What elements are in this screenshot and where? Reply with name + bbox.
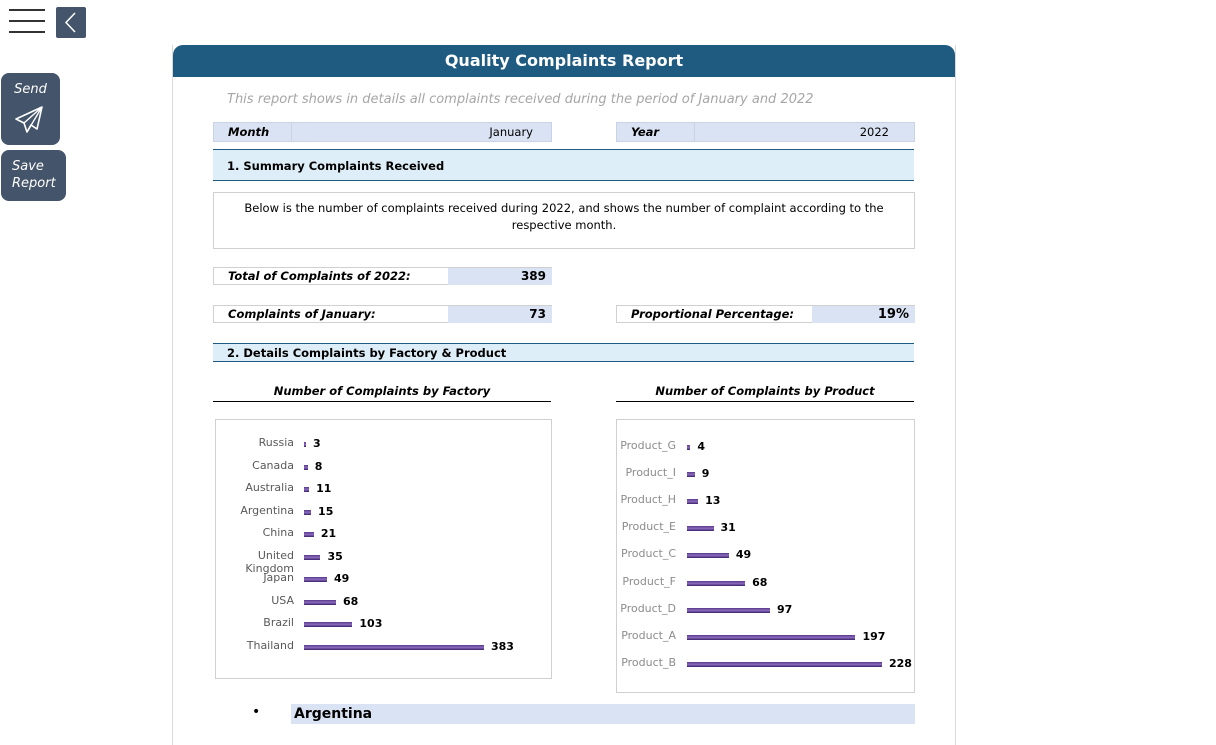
proportional-percentage-value: 19% <box>812 306 915 323</box>
factory-bar <box>304 532 314 537</box>
product-chart-title: Number of Complaints by Product <box>616 384 914 402</box>
factory-value: 11 <box>316 482 332 495</box>
year-value: 2022 <box>859 125 889 139</box>
report-title: Quality Complaints Report <box>173 45 955 77</box>
factory-label: China <box>262 526 294 539</box>
product-value: 197 <box>862 629 886 643</box>
paper-plane-icon <box>15 106 43 133</box>
country-selector[interactable]: Argentina <box>291 704 915 724</box>
factory-value: 3 <box>313 437 321 450</box>
save-button-label-1: Save <box>12 159 44 174</box>
factory-bar <box>304 442 306 447</box>
month-field[interactable]: Month January <box>213 122 552 142</box>
product-label: Product_D <box>620 601 676 615</box>
product-value: 4 <box>697 440 706 453</box>
product-label: Product_H <box>620 493 676 507</box>
report-subtitle: This report shows in details all complai… <box>227 92 814 107</box>
chevron-left-icon <box>64 12 76 33</box>
product-label: Product_B <box>621 655 676 669</box>
menu-button[interactable] <box>9 9 45 35</box>
product-bar <box>687 607 770 613</box>
factory-bar <box>304 464 308 470</box>
factory-value: 383 <box>491 639 514 653</box>
send-button-label: Send <box>14 82 47 97</box>
factory-label: Russia <box>258 436 294 449</box>
factory-value: 8 <box>314 459 323 473</box>
product-label: Product_C <box>621 547 676 561</box>
year-label: Year <box>631 125 660 139</box>
product-label: Product_I <box>625 466 676 480</box>
section-details-header: 2. Details Complaints by Factory & Produ… <box>213 343 914 362</box>
product-value: 228 <box>889 656 912 670</box>
factory-value: 21 <box>320 527 337 540</box>
product-chart: Product_G 4 Product_I 9 Product_H 13 Product_E… <box>616 419 915 693</box>
total-complaints-row: Total of Complaints of 2022: 389 <box>213 267 552 285</box>
factory-label: Thailand <box>246 638 294 652</box>
product-bar <box>687 553 729 559</box>
back-button[interactable] <box>56 7 86 38</box>
month-complaints-label: Complaints of January: <box>228 307 376 321</box>
month-value: January <box>489 125 533 139</box>
product-bar <box>687 661 882 667</box>
hamburger-icon <box>9 9 45 11</box>
factory-label: USA <box>271 593 294 607</box>
product-label: Product_E <box>621 520 676 534</box>
product-value: 49 <box>735 548 752 562</box>
factory-bar <box>304 509 312 515</box>
month-complaints-row: Complaints of January: 73 <box>213 305 552 323</box>
factory-chart: Russia 3 Canada 8 Australia 11 Argentina 15 Chin… <box>215 419 552 679</box>
product-value: 13 <box>705 494 721 508</box>
factory-bar <box>304 487 310 492</box>
factory-label: Japan <box>263 571 294 584</box>
total-complaints-label: Total of Complaints of 2022: <box>228 269 411 283</box>
product-label: Product_F <box>622 574 676 588</box>
factory-bar <box>304 554 321 560</box>
section-summary-header: 1. Summary Complaints Received <box>213 149 914 181</box>
factory-label: Brazil <box>263 616 294 629</box>
product-bar <box>687 445 691 450</box>
product-label: Product_A <box>621 628 676 642</box>
product-value: 9 <box>701 467 710 481</box>
factory-value: 68 <box>342 594 359 608</box>
factory-value: 15 <box>318 504 334 518</box>
product-bar <box>687 472 695 478</box>
save-button-label-2: Report <box>12 176 56 191</box>
factory-bar <box>304 622 353 627</box>
factory-bar <box>304 599 336 605</box>
year-field[interactable]: Year 2022 <box>616 122 915 142</box>
product-bar <box>687 634 856 640</box>
proportional-percentage-label: Proportional Percentage: <box>631 307 794 321</box>
product-label: Product_G <box>620 439 676 452</box>
save-report-button[interactable]: Save Report <box>1 150 66 201</box>
factory-label: Australia <box>245 481 294 494</box>
factory-value: 49 <box>334 572 350 585</box>
summary-description: Below is the number of complaints receiv… <box>213 192 915 249</box>
product-bar <box>687 499 699 505</box>
product-bar <box>687 580 746 586</box>
factory-value: 103 <box>359 617 383 630</box>
factory-bar <box>304 644 484 650</box>
product-value: 68 <box>752 575 768 589</box>
factory-chart-title: Number of Complaints by Factory <box>213 384 551 402</box>
factory-label: Canada <box>252 458 294 472</box>
product-value: 97 <box>776 602 793 616</box>
product-bar <box>687 526 714 532</box>
report-card: Quality Complaints Report This report sh… <box>172 45 956 745</box>
factory-label: Argentina <box>240 503 294 517</box>
factory-bar <box>304 577 328 582</box>
month-complaints-value: 73 <box>448 306 552 323</box>
total-complaints-value: 389 <box>448 268 552 285</box>
month-label: Month <box>228 125 270 139</box>
product-value: 31 <box>720 521 736 535</box>
send-button[interactable]: Send <box>1 73 60 145</box>
factory-value: 35 <box>327 549 343 563</box>
bullet-marker: • <box>252 704 261 720</box>
proportional-percentage-row: Proportional Percentage: 19% <box>616 305 915 323</box>
